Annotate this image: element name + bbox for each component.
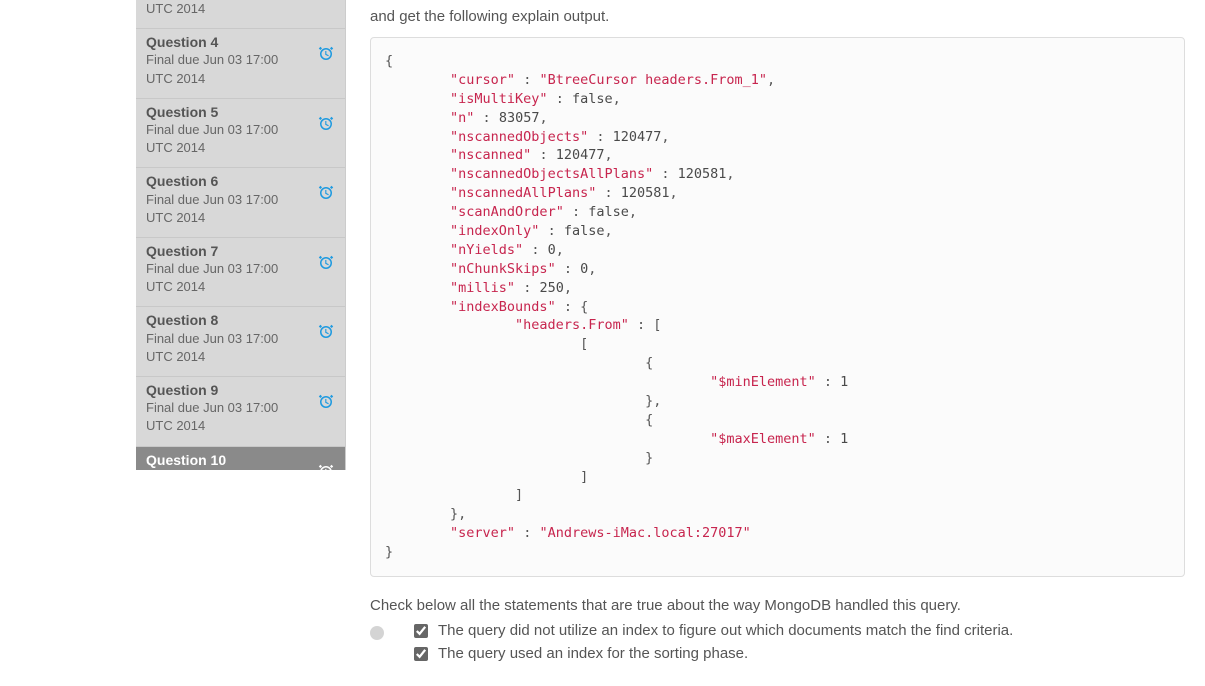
- question-due: Final due Jun 03 17:00 UTC 2014: [146, 191, 286, 227]
- alarm-clock-icon: [317, 115, 335, 133]
- question-due: Final due Jun 03 17:00 UTC 2014: [146, 469, 286, 470]
- question-due: Final due Jun 03 17:00 UTC 2014: [146, 330, 286, 366]
- sidebar-item-question[interactable]: Question 8Final due Jun 03 17:00 UTC 201…: [136, 307, 345, 377]
- alarm-clock-icon: [317, 463, 335, 470]
- question-title: Question 10: [146, 451, 335, 469]
- question-title: Question 7: [146, 242, 335, 260]
- alarm-clock-icon: [317, 393, 335, 411]
- question-title: Question 6: [146, 172, 335, 190]
- question-title: Question 4: [146, 33, 335, 51]
- question-prompt: Check below all the statements that are …: [370, 597, 1185, 614]
- question-title: Question 8: [146, 311, 335, 329]
- answer-option-label: The query did not utilize an index to fi…: [438, 622, 1013, 639]
- sidebar-item-question[interactable]: Question 9Final due Jun 03 17:00 UTC 201…: [136, 377, 345, 447]
- answer-checklist: The query did not utilize an index to fi…: [414, 622, 1185, 668]
- alarm-clock-icon: [317, 323, 335, 341]
- question-due: Final due Jun 03 17:00 UTC 2014: [146, 51, 286, 87]
- answer-options: The query did not utilize an index to fi…: [370, 622, 1185, 668]
- question-due: Final due Jun 03 17:00 UTC 2014: [146, 121, 286, 157]
- question-title: Question 5: [146, 103, 335, 121]
- alarm-clock-icon: [317, 254, 335, 272]
- answer-option-label: The query used an index for the sorting …: [438, 645, 748, 662]
- sidebar-item-question[interactable]: Question 4Final due Jun 03 17:00 UTC 201…: [136, 29, 345, 99]
- alarm-clock-icon: [317, 184, 335, 202]
- answer-option[interactable]: The query used an index for the sorting …: [414, 645, 1185, 662]
- question-due: Final due Jun 03 17:00 UTC 2014: [146, 399, 286, 435]
- question-due: UTC 2014: [146, 0, 286, 18]
- sidebar-item-question[interactable]: Question 5Final due Jun 03 17:00 UTC 201…: [136, 99, 345, 169]
- explain-output-block: { "cursor" : "BtreeCursor headers.From_1…: [370, 37, 1185, 577]
- alarm-clock-icon: [317, 45, 335, 63]
- question-due: Final due Jun 03 17:00 UTC 2014: [146, 260, 286, 296]
- sidebar-item-question[interactable]: UTC 2014: [136, 0, 345, 29]
- sidebar-item-question[interactable]: Question 7Final due Jun 03 17:00 UTC 201…: [136, 238, 345, 308]
- question-title: Question 9: [146, 381, 335, 399]
- intro-text: and get the following explain output.: [370, 8, 1185, 25]
- sidebar-item-question[interactable]: Question 10Final due Jun 03 17:00 UTC 20…: [136, 447, 345, 470]
- answer-option[interactable]: The query did not utilize an index to fi…: [414, 622, 1185, 639]
- answer-checkbox[interactable]: [414, 647, 428, 661]
- question-sidebar: UTC 2014Question 4Final due Jun 03 17:00…: [136, 0, 346, 470]
- sidebar-item-question[interactable]: Question 6Final due Jun 03 17:00 UTC 201…: [136, 168, 345, 238]
- main-content: and get the following explain output. { …: [370, 0, 1205, 668]
- answer-checkbox[interactable]: [414, 624, 428, 638]
- answer-status-dot: [370, 626, 384, 640]
